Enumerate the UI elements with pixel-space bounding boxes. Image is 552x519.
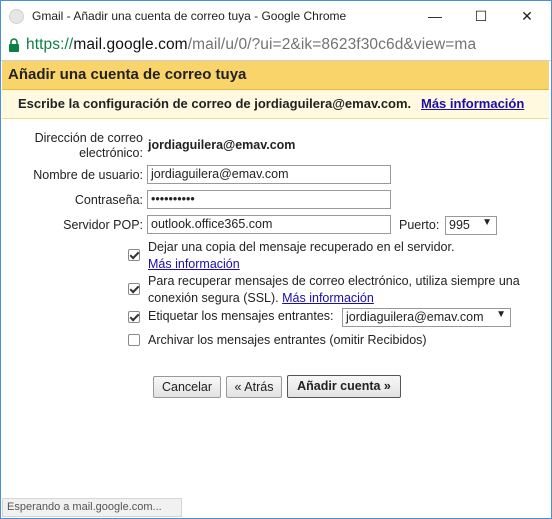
ssl-more-info-link[interactable]: Más información [282,291,374,305]
dropdown-arrow-icon: ▼ [496,309,506,320]
keep-copy-option: Dejar una copia del mensaje recuperado e… [148,239,543,273]
minimize-button[interactable]: — [412,1,458,32]
keep-copy-more-info-link[interactable]: Más información [148,257,240,271]
url-text[interactable]: https://mail.google.com/mail/u/0/?ui=2&i… [26,36,476,54]
lock-icon [9,38,19,52]
label-select[interactable]: jordiaguilera@emav.com ▼ [342,308,511,327]
more-info-link[interactable]: Más información [421,96,524,111]
label-incoming-label: Etiquetar los mensajes entrantes: [148,309,334,323]
dropdown-arrow-icon: ▼ [482,217,492,228]
address-bar[interactable]: https://mail.google.com/mail/u/0/?ui=2&i… [1,32,551,61]
archive-checkbox[interactable] [128,334,140,346]
url-scheme: https:// [26,36,74,53]
email-value: jordiaguilera@emav.com [148,138,296,152]
close-button[interactable]: ✕ [504,1,550,32]
page-title: Añadir una cuenta de correo tuya [8,66,247,83]
title-bar: Gmail - Añadir una cuenta de correo tuya… [1,1,551,32]
password-label: Contraseña: [74,193,143,207]
password-input[interactable]: •••••••••• [147,190,391,209]
browser-window: Gmail - Añadir una cuenta de correo tuya… [0,0,552,519]
window-title: Gmail - Añadir una cuenta de correo tuya… [32,9,347,23]
archive-label: Archivar los mensajes entrantes (omitir … [148,333,427,347]
keep-copy-label: Dejar una copia del mensaje recuperado e… [148,240,455,254]
username-input[interactable]: jordiaguilera@emav.com [147,165,391,184]
subtitle-text: Escribe la configuración de correo de jo… [18,96,412,111]
label-incoming-checkbox[interactable] [128,311,140,323]
ssl-option: Para recuperar mensajes de correo electr… [148,273,543,307]
label-select-value: jordiaguilera@emav.com [346,310,484,324]
dialog-header: Añadir una cuenta de correo tuya [2,61,549,90]
username-label: Nombre de usuario: [33,168,143,182]
cancel-button[interactable]: Cancelar [153,376,221,398]
pop-server-input[interactable]: outlook.office365.com [147,215,391,234]
status-bar: Esperando a mail.google.com... [2,498,182,517]
dialog-subtitle: Escribe la configuración de correo de jo… [2,90,549,119]
back-button[interactable]: « Atrás [226,376,282,398]
add-account-button[interactable]: Añadir cuenta » [287,375,401,398]
page-loading-icon [9,9,24,24]
port-select[interactable]: 995 ▼ [445,216,497,235]
port-value: 995 [449,218,470,232]
url-host: mail.google.com [73,36,188,53]
url-path: /mail/u/0/?ui=2&ik=8623f30c6d&view=ma [187,36,477,53]
keep-copy-checkbox[interactable] [128,249,140,261]
port-label: Puerto: [399,218,440,232]
ssl-checkbox[interactable] [128,283,140,295]
pop-server-label: Servidor POP: [63,218,143,232]
page-content: Añadir una cuenta de correo tuya Escribe… [1,61,551,497]
email-label: Dirección de correo electrónico: [34,131,143,160]
maximize-button[interactable]: ☐ [458,1,504,32]
